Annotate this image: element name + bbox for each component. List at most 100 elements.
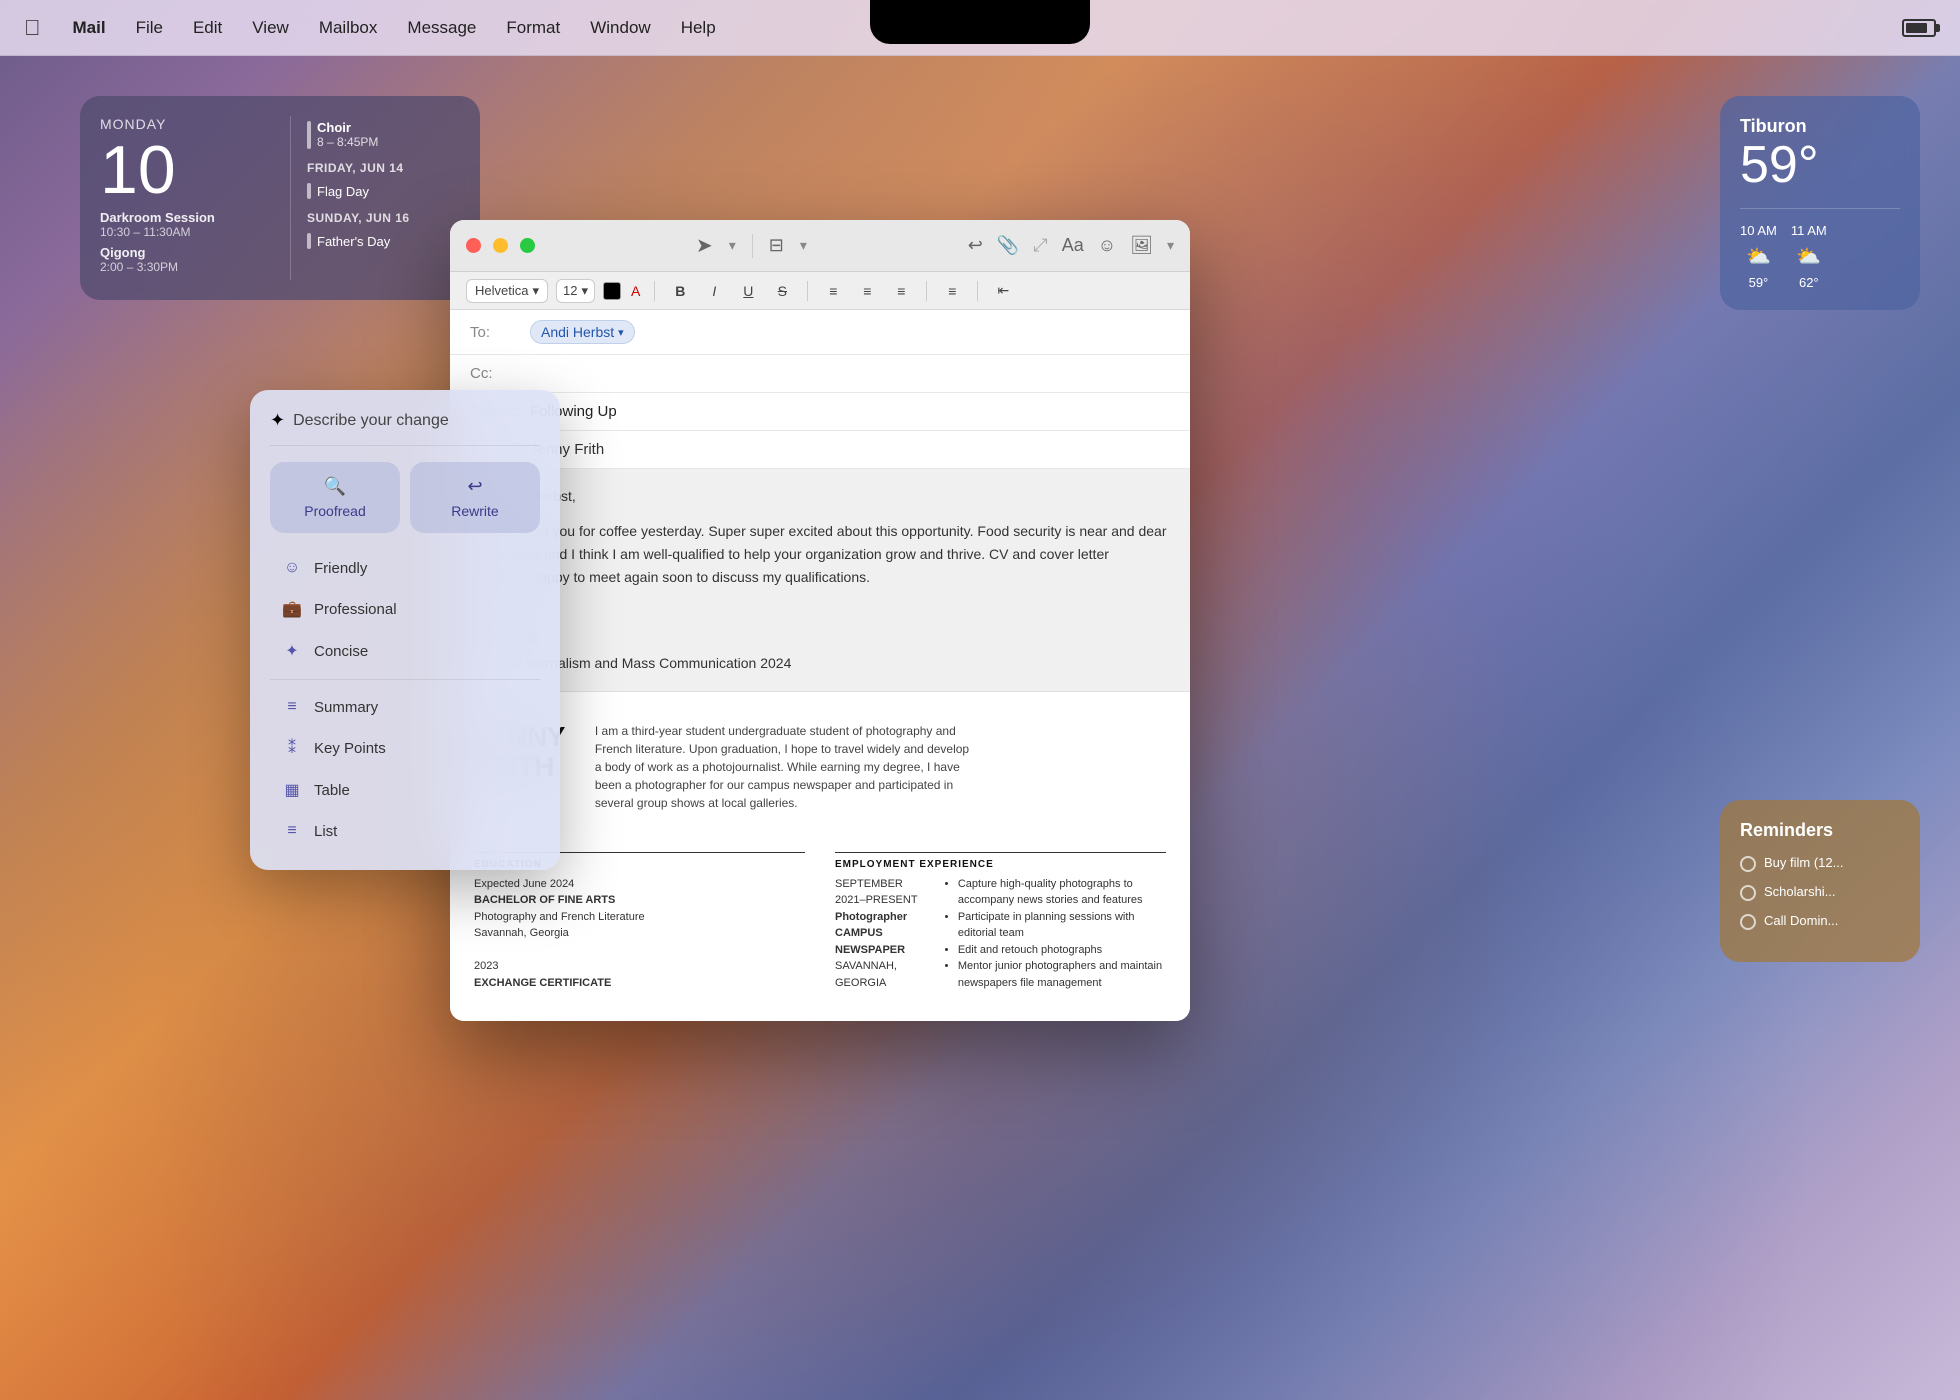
friendly-label: Friendly <box>314 560 367 577</box>
menu-mailbox[interactable]: Mailbox <box>307 14 390 42</box>
calendar-section-header: FRIDAY, JUN 14 <box>307 161 460 175</box>
align-left-button[interactable]: ≡ <box>820 278 846 304</box>
cc-label: Cc: <box>470 365 530 382</box>
window-close-button[interactable] <box>466 238 481 253</box>
text-highlight-btn[interactable]: A <box>629 281 642 301</box>
expand-icon[interactable]: ⤢ <box>1033 235 1047 256</box>
underline-button[interactable]: U <box>735 278 761 304</box>
weather-hour-11am: 11 AM ⛅ 62° <box>1791 223 1827 290</box>
weather-hour-10am: 10 AM ⛅ 59° <box>1740 223 1777 290</box>
calendar-right: Choir 8 – 8:45PM FRIDAY, JUN 14 Flag Day… <box>290 116 460 280</box>
menu-file[interactable]: File <box>124 14 175 42</box>
text-color-picker[interactable] <box>603 282 621 300</box>
align-center-button[interactable]: ≡ <box>854 278 880 304</box>
window-zoom-button[interactable] <box>520 238 535 253</box>
calendar-day-label: MONDAY <box>100 116 274 132</box>
rewrite-button[interactable]: ↩ Rewrite <box>410 462 540 533</box>
writing-tools-header: ✦ Describe your change <box>270 410 540 446</box>
writing-tools-menu: ☺ Friendly 💼 Professional ✦ Concise ≡ Su… <box>270 549 540 850</box>
fonts-icon[interactable]: Aa <box>1062 235 1084 256</box>
notch <box>870 0 1090 44</box>
paperclip-icon[interactable]: 📎 <box>997 235 1019 256</box>
photo-icon[interactable]: 🖼 <box>1130 235 1153 256</box>
undo-icon[interactable]: ↩ <box>968 235 983 256</box>
bold-button[interactable]: B <box>667 278 693 304</box>
format-divider-2 <box>807 281 808 301</box>
font-size-picker[interactable]: 12 ▾ <box>556 279 595 303</box>
list-item: Qigong 2:00 – 3:30PM <box>100 245 274 274</box>
resume-attachment: JENNY FRITH I am a third-year student un… <box>450 691 1190 1022</box>
font-picker[interactable]: Helvetica ▾ <box>466 279 548 303</box>
menu-format[interactable]: Format <box>494 14 572 42</box>
list-item: Darkroom Session 10:30 – 11:30AM <box>100 210 274 239</box>
menu-help[interactable]: Help <box>669 14 728 42</box>
calendar-date-number: 10 <box>100 136 274 204</box>
event-name: Flag Day <box>317 184 369 199</box>
decrease-indent-button[interactable]: ⇤ <box>990 278 1016 304</box>
event-title: Darkroom Session <box>100 210 274 225</box>
window-controls-icon[interactable]: ⊟ <box>769 235 784 256</box>
recipient-chip[interactable]: Andi Herbst ▾ <box>530 320 635 344</box>
emp-title: Photographer <box>835 909 926 926</box>
edu-item: BACHELOR OF FINE ARTS <box>474 892 805 909</box>
menu-edit[interactable]: Edit <box>181 14 234 42</box>
event-detail: 8 – 8:45PM <box>317 135 378 149</box>
wt-menu-friendly[interactable]: ☺ Friendly <box>270 549 540 587</box>
edu-item: Savannah, Georgia <box>474 925 805 942</box>
event-time: 10:30 – 11:30AM <box>100 225 274 239</box>
menu-window[interactable]: Window <box>578 14 662 42</box>
window-minimize-button[interactable] <box>493 238 508 253</box>
format-toolbar: Helvetica ▾ 12 ▾ A B I U S ≡ ≡ ≡ ≡ ⇤ <box>450 272 1190 310</box>
list-label: List <box>314 823 337 840</box>
section-divider-2 <box>835 852 1166 853</box>
send-icon[interactable]: ➤ <box>696 233 713 258</box>
hour-temp: 62° <box>1799 275 1819 290</box>
bullet-item: Mentor junior photographers and maintain… <box>958 958 1166 991</box>
titlebar-right-icons: ↩ 📎 ⤢ Aa ☺ 🖼 ▾ <box>968 235 1174 256</box>
cc-field[interactable]: Cc: <box>450 355 1190 393</box>
reminder-circle-icon <box>1740 914 1756 930</box>
send-chevron[interactable]: ▾ <box>729 237 736 254</box>
more-chevron[interactable]: ▾ <box>1167 237 1174 254</box>
subject-field[interactable]: Subject: Following Up <box>450 393 1190 431</box>
wt-menu-professional[interactable]: 💼 Professional <box>270 589 540 629</box>
emoji-icon[interactable]: ☺ <box>1098 235 1116 256</box>
hour-temp: 59° <box>1749 275 1769 290</box>
menu-divider <box>270 679 540 680</box>
event-dot <box>307 183 311 199</box>
menu-message[interactable]: Message <box>395 14 488 42</box>
weather-widget: Tiburon 59° 10 AM ⛅ 59° 11 AM ⛅ 62° <box>1720 96 1920 310</box>
mail-body[interactable]: Dear Ms. Herbst, Nice to meet you for co… <box>450 469 1190 691</box>
friendly-icon: ☺ <box>282 559 302 577</box>
hour-label: 11 AM <box>1791 223 1827 238</box>
thanks-text: Thanks <box>470 601 1170 624</box>
reminder-circle-icon <box>1740 885 1756 901</box>
summary-label: Summary <box>314 699 378 716</box>
calendar-left: MONDAY 10 Darkroom Session 10:30 – 11:30… <box>100 116 290 280</box>
apple-menu-icon[interactable]:  <box>24 15 41 41</box>
window-chevron[interactable]: ▾ <box>800 237 807 254</box>
wt-menu-table[interactable]: ▦ Table <box>270 770 540 810</box>
wt-menu-summary[interactable]: ≡ Summary <box>270 688 540 726</box>
wt-menu-list[interactable]: ≡ List <box>270 812 540 850</box>
align-right-button[interactable]: ≡ <box>888 278 914 304</box>
list-format-button[interactable]: ≡ <box>939 278 965 304</box>
menu-mail[interactable]: Mail <box>61 14 118 42</box>
resume-body: EDUCATION Expected June 2024 BACHELOR OF… <box>474 836 1166 992</box>
concise-icon: ✦ <box>282 641 302 661</box>
sparkle-icon: ✦ <box>270 410 285 431</box>
weather-temperature: 59° <box>1740 137 1900 194</box>
strikethrough-button[interactable]: S <box>769 278 795 304</box>
wt-menu-concise[interactable]: ✦ Concise <box>270 631 540 671</box>
edu-item: Expected June 2024 <box>474 876 805 893</box>
menu-view[interactable]: View <box>240 14 301 42</box>
font-chevron: ▾ <box>532 283 539 299</box>
bullet-item: Edit and retouch photographs <box>958 942 1166 959</box>
employment-content: SEPTEMBER 2021–PRESENT Photographer CAMP… <box>835 876 1166 992</box>
body-paragraph: Nice to meet you for coffee yesterday. S… <box>470 520 1170 589</box>
resume-education-section: EDUCATION Expected June 2024 BACHELOR OF… <box>474 852 805 992</box>
proofread-button[interactable]: 🔍 Proofread <box>270 462 400 533</box>
resume-bio-text: I am a third-year student undergraduate … <box>595 722 975 812</box>
wt-menu-key-points[interactable]: ⁑ Key Points <box>270 728 540 768</box>
italic-button[interactable]: I <box>701 278 727 304</box>
